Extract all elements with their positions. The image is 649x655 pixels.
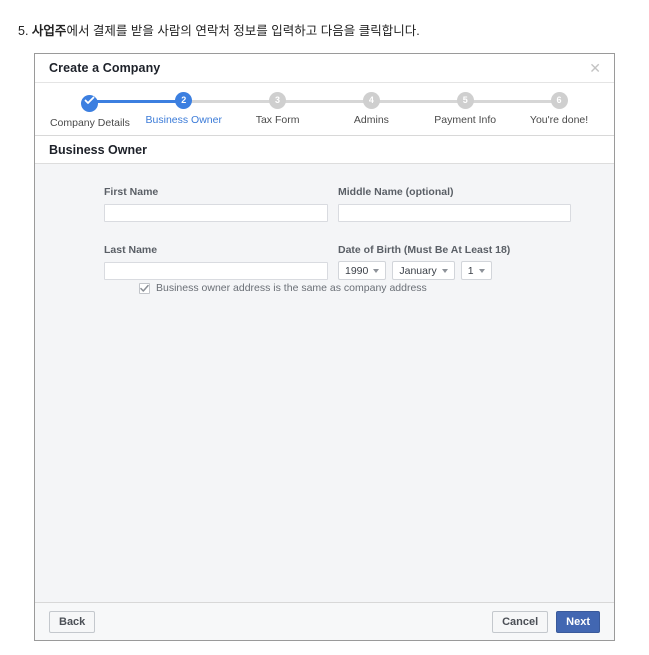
dialog-footer: Back Cancel Next — [35, 602, 614, 640]
date-of-birth-field-group: Date of Birth (Must Be At Least 18) 1990… — [338, 244, 572, 280]
first-name-input[interactable] — [104, 204, 328, 222]
date-of-birth-label: Date of Birth (Must Be At Least 18) — [338, 244, 511, 256]
chevron-down-icon — [478, 268, 485, 273]
create-company-dialog: Create a Company ✕ Company Details 2 Bus… — [34, 53, 615, 641]
step-label-4: Admins — [353, 114, 389, 126]
last-name-field-group: Last Name — [104, 244, 338, 280]
step-label-3: Tax Form — [255, 114, 300, 126]
instruction-number: 5. — [18, 24, 29, 38]
middle-name-field-group: Middle Name (optional) — [338, 186, 572, 222]
back-button[interactable]: Back — [49, 610, 96, 633]
chevron-down-icon — [441, 268, 448, 273]
step-tax-form[interactable]: 3 Tax Form — [183, 92, 325, 129]
cancel-button[interactable]: Cancel — [492, 610, 549, 633]
step-label-6: You're done! — [529, 114, 589, 126]
form-row-spacer — [104, 222, 572, 244]
same-address-checkbox[interactable] — [139, 282, 150, 294]
dialog-body: First Name Middle Name (optional) Last N… — [35, 164, 614, 602]
check-icon — [85, 96, 95, 104]
business-owner-form: First Name Middle Name (optional) Last N… — [104, 186, 572, 280]
step-connector-line — [89, 100, 184, 103]
step-circle-1 — [81, 95, 99, 112]
step-company-details[interactable]: Company Details — [43, 92, 137, 129]
step-label-5: Payment Info — [434, 114, 497, 126]
dob-day-value: 1 — [467, 264, 474, 277]
step-circle-3: 3 — [269, 92, 287, 109]
section-title: Business Owner — [49, 142, 147, 157]
first-name-field-group: First Name — [104, 186, 338, 222]
next-button[interactable]: Next — [556, 610, 600, 633]
instruction-rest: 에서 결제를 받을 사람의 연락처 정보를 입력하고 다음을 클릭합니다. — [66, 24, 420, 38]
last-name-input[interactable] — [104, 262, 328, 280]
dob-year-select[interactable]: 1990 — [338, 261, 387, 280]
instruction-text: 5. 사업주에서 결제를 받을 사람의 연락처 정보를 입력하고 다음을 클릭합… — [18, 20, 420, 39]
dialog-header: Create a Company ✕ — [35, 54, 614, 83]
instruction-bold-part: 사업주 — [31, 24, 67, 38]
step-connector-line — [183, 100, 278, 103]
check-icon — [140, 284, 149, 292]
first-name-label: First Name — [104, 186, 159, 198]
step-youre-done[interactable]: 6 You're done! — [465, 92, 606, 129]
step-connector-line — [277, 100, 372, 103]
dob-month-value: January — [399, 264, 437, 277]
step-circle-2: 2 — [175, 92, 193, 109]
step-circle-6: 6 — [550, 92, 568, 109]
footer-right-actions: Cancel Next — [492, 610, 600, 633]
middle-name-label: Middle Name (optional) — [338, 186, 454, 198]
dob-day-select[interactable]: 1 — [460, 261, 492, 280]
step-circle-4: 4 — [362, 92, 380, 109]
close-icon[interactable]: ✕ — [586, 59, 604, 77]
dob-year-value: 1990 — [345, 264, 369, 277]
step-label-1: Company Details — [49, 117, 130, 129]
middle-name-input[interactable] — [338, 204, 571, 222]
step-circle-5: 5 — [456, 92, 474, 109]
step-payment-info[interactable]: 5 Payment Info — [371, 92, 512, 129]
dialog-title: Create a Company — [49, 61, 161, 75]
form-row-2: Last Name Date of Birth (Must Be At Leas… — [104, 244, 572, 280]
step-admins[interactable]: 4 Admins — [277, 92, 418, 129]
date-of-birth-selects: 1990 January 1 — [338, 261, 572, 280]
step-business-owner[interactable]: 2 Business Owner — [89, 92, 231, 129]
stepper: Company Details 2 Business Owner 3 Tax F… — [35, 83, 614, 136]
same-address-label: Business owner address is the same as co… — [156, 282, 427, 294]
dob-month-select[interactable]: January — [392, 261, 455, 280]
step-connector-line — [371, 100, 466, 103]
same-address-row: Business owner address is the same as co… — [139, 282, 427, 294]
section-header: Business Owner — [35, 136, 614, 164]
step-connector-line — [465, 100, 560, 103]
chevron-down-icon — [373, 268, 380, 273]
step-label-2: Business Owner — [145, 114, 222, 126]
form-row-1: First Name Middle Name (optional) — [104, 186, 572, 222]
last-name-label: Last Name — [104, 244, 158, 256]
